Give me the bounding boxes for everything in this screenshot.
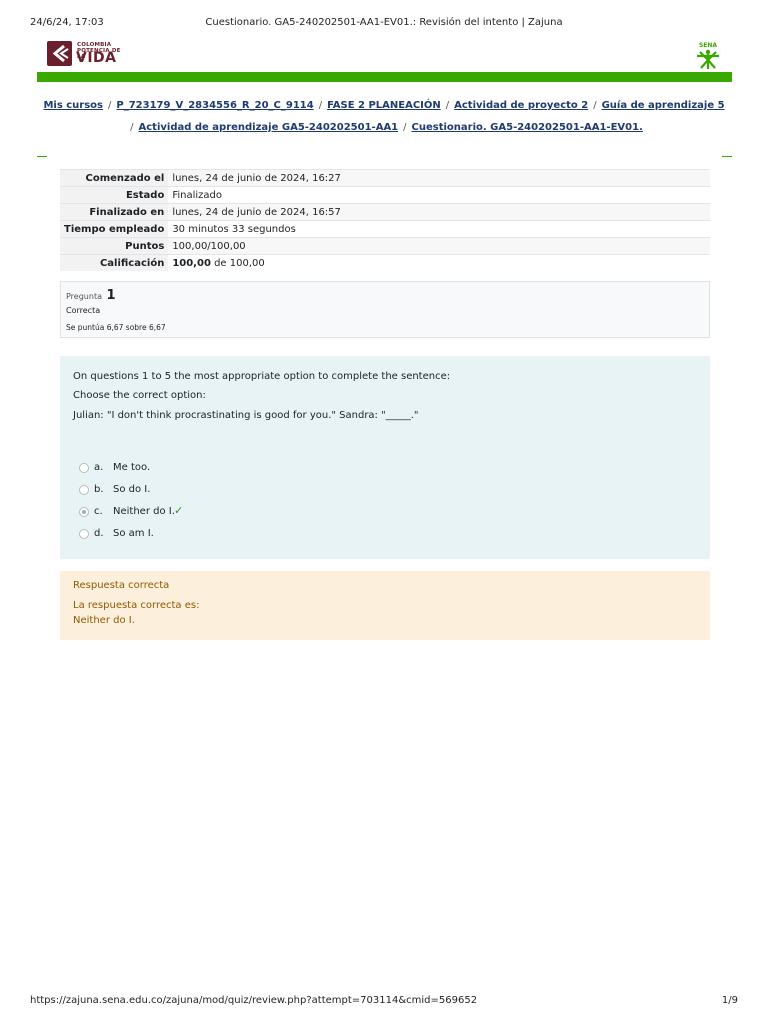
colombia-logo-mark-icon xyxy=(47,41,72,66)
colombia-logo[interactable]: COLOMBIA POTENCIA DE LA VIDA xyxy=(47,40,127,68)
check-icon: ✓ xyxy=(174,504,184,517)
option-letter: a. xyxy=(94,462,104,473)
question-number: 1 xyxy=(106,288,116,303)
option-text: Neither do I. xyxy=(113,506,175,517)
summary-label: Estado xyxy=(60,186,169,204)
summary-row-state: Estado Finalizado xyxy=(60,186,710,204)
breadcrumb-project-activity[interactable]: Actividad de proyecto 2 xyxy=(454,100,588,111)
breadcrumb-separator: / xyxy=(130,122,134,133)
print-page-number: 1/9 xyxy=(721,995,738,1006)
question-grade: Se puntúa 6,67 sobre 6,67 xyxy=(66,323,166,332)
breadcrumb-mis-cursos[interactable]: Mis cursos xyxy=(43,100,103,111)
option-letter: c. xyxy=(94,506,103,517)
grade-max: de 100,00 xyxy=(210,257,265,269)
logo-word: VIDA xyxy=(76,50,117,66)
summary-value: 100,00/100,00 xyxy=(168,237,710,255)
option-text: So am I. xyxy=(113,528,154,539)
radio-button[interactable] xyxy=(79,485,89,495)
print-url: https://zajuna.sena.edu.co/zajuna/mod/qu… xyxy=(30,995,478,1006)
print-header: 24/6/24, 17:03 Cuestionario. GA5-2402025… xyxy=(30,17,738,31)
summary-row-grade: Calificación 100,00 de 100,00 xyxy=(60,254,710,271)
radio-button-selected[interactable] xyxy=(79,507,89,517)
feedback-title: Respuesta correcta xyxy=(73,580,170,591)
question-sentence: Julian: "I don't think procrastinating i… xyxy=(73,410,419,421)
radio-button[interactable] xyxy=(79,463,89,473)
left-divider-mark xyxy=(37,156,47,157)
print-title: Cuestionario. GA5-240202501-AA1-EV01.: R… xyxy=(205,17,563,28)
summary-label: Finalizado en xyxy=(60,203,169,221)
breadcrumb-phase[interactable]: FASE 2 PLANEACIÓN xyxy=(327,100,441,111)
question-state: Correcta xyxy=(66,306,101,315)
summary-label: Comenzado el xyxy=(60,169,169,187)
attempt-summary-table: Comenzado el lunes, 24 de junio de 2024,… xyxy=(60,169,710,271)
grade-value: 100,00 xyxy=(172,257,211,269)
question-label: Pregunta xyxy=(66,292,102,301)
radio-button[interactable] xyxy=(79,529,89,539)
question-instruction: On questions 1 to 5 the most appropriate… xyxy=(73,371,451,382)
question-number-label: Pregunta 1 xyxy=(66,288,116,303)
summary-row-points: Puntos 100,00/100,00 xyxy=(60,237,710,255)
summary-value: 100,00 de 100,00 xyxy=(168,254,710,271)
breadcrumb-course[interactable]: P_723179_V_2834556_R_20_C_9114 xyxy=(116,100,313,111)
summary-label: Puntos xyxy=(60,237,169,255)
breadcrumb-quiz[interactable]: Cuestionario. GA5-240202501-AA1-EV01. xyxy=(412,122,643,133)
summary-value: lunes, 24 de junio de 2024, 16:57 xyxy=(168,203,710,221)
summary-value: Finalizado xyxy=(168,186,710,204)
breadcrumb-learning-activity[interactable]: Actividad de aprendizaje GA5-240202501-A… xyxy=(139,122,399,133)
option-letter: b. xyxy=(94,484,104,495)
header-accent-bar xyxy=(37,72,732,82)
option-text: Me too. xyxy=(113,462,151,473)
correct-answer-label: La respuesta correcta es: xyxy=(73,600,200,611)
summary-value: lunes, 24 de junio de 2024, 16:27 xyxy=(168,169,710,187)
right-divider-mark xyxy=(722,156,732,157)
breadcrumb-separator: / xyxy=(403,122,407,133)
breadcrumb-separator: / xyxy=(445,100,450,111)
breadcrumb-separator: / xyxy=(108,100,112,111)
summary-row-finished: Finalizado en lunes, 24 de junio de 2024… xyxy=(60,203,710,221)
summary-row-started: Comenzado el lunes, 24 de junio de 2024,… xyxy=(60,169,710,187)
breadcrumb-guide[interactable]: Guía de aprendizaje 5 xyxy=(602,100,725,111)
sena-logo-text: SENA xyxy=(699,42,717,49)
correct-answer: Neither do I. xyxy=(73,615,135,626)
question-prompt: Choose the correct option: xyxy=(73,390,206,401)
print-footer: https://zajuna.sena.edu.co/zajuna/mod/qu… xyxy=(30,995,738,1009)
breadcrumb-separator: / xyxy=(593,100,597,111)
option-letter: d. xyxy=(94,528,104,539)
summary-value: 30 minutos 33 segundos xyxy=(168,220,710,238)
summary-label: Tiempo empleado xyxy=(60,220,169,238)
option-text: So do I. xyxy=(113,484,151,495)
breadcrumb-separator: / xyxy=(318,100,323,111)
question-info: Pregunta 1 Correcta Se puntúa 6,67 sobre… xyxy=(60,281,710,338)
breadcrumb-line-1: Mis cursos / P_723179_V_2834556_R_20_C_911… xyxy=(40,100,728,111)
sena-logo-icon[interactable]: SENA xyxy=(692,40,724,70)
summary-label: Calificación xyxy=(60,254,169,271)
answer-feedback: Respuesta correcta La respuesta correcta… xyxy=(60,571,710,640)
summary-row-time-taken: Tiempo empleado 30 minutos 33 segundos xyxy=(60,220,710,238)
breadcrumb-line-2: / Actividad de aprendizaje GA5-240202501-… xyxy=(40,122,728,133)
question-content: On questions 1 to 5 the most appropriate… xyxy=(60,356,710,559)
